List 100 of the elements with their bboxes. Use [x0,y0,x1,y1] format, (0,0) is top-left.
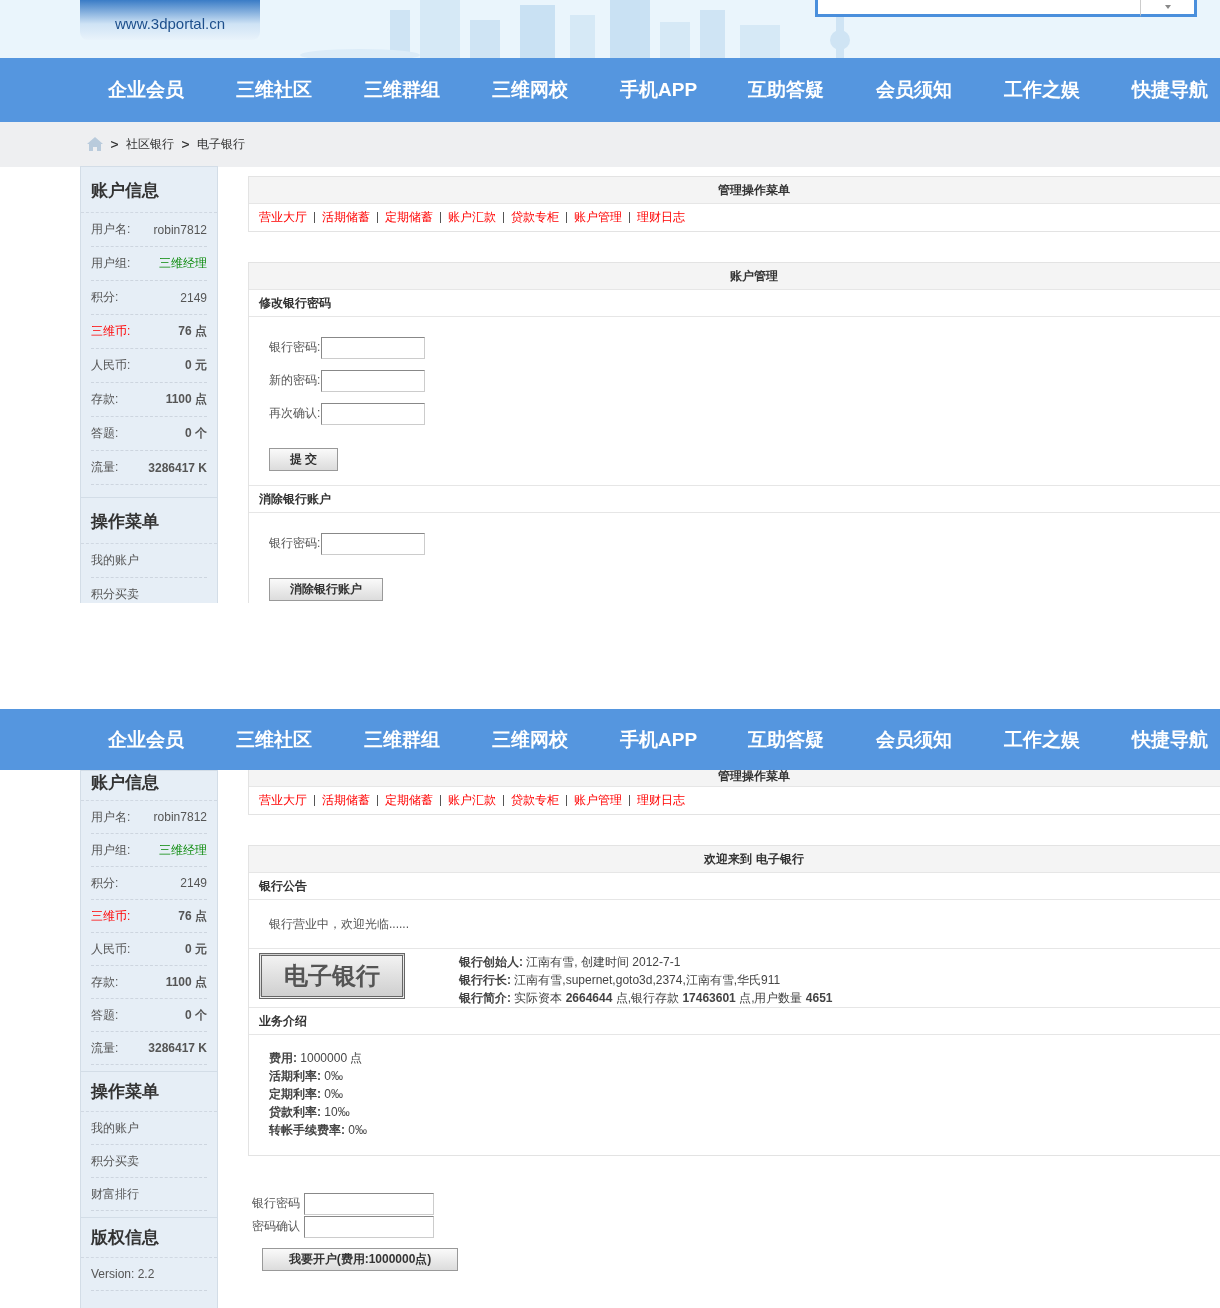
field-label: 答题: [91,425,119,442]
field-value: 0 个 [185,1006,207,1024]
breadcrumb-link[interactable]: 社区银行 [126,135,174,153]
section-title: 银行公告 [249,873,1220,900]
nav-link[interactable]: 会员须知 [876,726,1004,753]
nav-link[interactable]: 企业会员 [108,726,236,753]
menu-link[interactable]: 活期储蓄 [314,212,377,223]
bank-logo: 电子银行 [259,953,405,999]
field-value: 0 个 [185,425,207,442]
menu-link[interactable]: 账户汇款 [440,795,503,806]
section-title: 操作菜单 [81,1072,217,1112]
field-label: 人民币: [91,357,131,374]
field-label: 积分: [91,874,119,892]
field-value: 3286417 K [148,460,207,475]
field-label: 积分: [91,289,119,306]
password-field[interactable] [304,1192,434,1215]
field-label: 密码确认 [252,1218,301,1235]
section-title: 修改银行密码 [249,290,1220,317]
field-value: 2149 [180,290,207,305]
menu-link[interactable]: 积分买卖 [91,586,139,603]
field-label: 用户名: [91,808,131,826]
section-title: 版权信息 [81,1218,217,1258]
field-label: 用户组: [91,255,131,272]
info-line: 银行行长: 江南有雪,supernet,goto3d,2374,江南有雪,华氏911 [459,972,782,989]
field-value: 三维经理 [159,255,207,272]
nav-link[interactable]: 三维群组 [364,77,492,103]
caret-icon [1164,5,1171,9]
menu-link[interactable]: 理财日志 [629,212,692,223]
password-field[interactable] [304,1215,434,1238]
section-title: 消除银行账户 [249,486,1220,513]
field-value: 2149 [180,876,207,890]
menu-link[interactable]: 财富排行 [91,1185,139,1203]
field-value: robin7812 [153,810,207,824]
menu-link[interactable]: 账户汇款 [440,212,503,223]
nav-link[interactable]: 手机APP [620,726,748,753]
password-field[interactable] [321,402,426,425]
field-value: 0 元 [185,357,207,374]
nav-link[interactable]: 互助答疑 [748,726,876,753]
nav-link[interactable]: 快捷导航 [1132,726,1208,753]
menu-link[interactable]: 我的账户 [91,1119,139,1137]
nav-link[interactable]: 三维社区 [236,77,364,103]
menu-link[interactable]: 积分买卖 [91,1152,139,1170]
field-value: 76 点 [178,907,207,925]
nav-link[interactable]: 三维群组 [364,726,492,753]
menu-link[interactable]: 贷款专柜 [503,212,566,223]
nav-link[interactable]: 互助答疑 [748,77,876,103]
info-line: 银行创始人: 江南有雪, 创建时间 2012-7-1 [459,954,682,971]
field-label: 银行密码: [269,339,321,356]
chevron-icon [182,140,189,148]
info-line: 定期利率: 0‰ [269,1086,344,1103]
chevron-icon [111,140,118,148]
menu-link[interactable]: 定期储蓄 [377,795,440,806]
field-label: 新的密码: [269,372,321,389]
nav-link[interactable]: 企业会员 [108,77,236,103]
nav-link[interactable]: 快捷导航 [1132,77,1208,103]
field-label: 银行密码 [252,1195,301,1212]
menu-link[interactable]: 营业大厅 [259,209,314,226]
password-field[interactable] [321,532,426,555]
submit-button[interactable]: 提 交 [269,448,339,471]
field-label: 三维币: [91,323,131,340]
nav-link[interactable]: 三维网校 [492,726,620,753]
field-value: 0 元 [185,940,207,958]
field-value: 1100 点 [165,391,207,408]
menu-link[interactable]: 活期储蓄 [314,795,377,806]
nav-link[interactable]: 工作之娱 [1004,77,1132,103]
info-line: 贷款利率: 10‰ [269,1104,351,1121]
menu-link[interactable]: 账户管理 [566,795,629,806]
nav-link[interactable]: 手机APP [620,77,748,103]
panel-title: 账户管理 [249,263,1220,290]
site-logo[interactable]: www.3dportal.cn [80,0,260,40]
menu-link[interactable]: 账户管理 [566,212,629,223]
field-label: 流量: [91,1039,119,1057]
field-value: 76 点 [178,323,207,340]
menu-link[interactable]: 理财日志 [629,795,692,806]
panel-title: 欢迎来到 电子银行 [249,846,1220,873]
open-account-button[interactable]: 我要开户(费用:1000000点) [262,1248,458,1271]
menu-link[interactable]: 我的账户 [91,552,139,569]
info-line: 费用: 1000000 点 [269,1050,364,1067]
nav-link[interactable]: 会员须知 [876,77,1004,103]
section-title: 账户信息 [81,771,217,801]
menu-link[interactable]: 贷款专柜 [503,795,566,806]
nav-link[interactable]: 三维网校 [492,77,620,103]
field-label: 用户组: [91,841,131,859]
field-label: 再次确认: [269,405,321,422]
password-field[interactable] [321,336,426,359]
field-label: 存款: [91,391,119,408]
password-field[interactable] [321,369,426,392]
breadcrumb-link[interactable]: 电子银行 [197,135,245,153]
field-value: robin7812 [153,222,207,237]
field-value: 3286417 K [148,1041,207,1055]
info-line: 银行简介: 实际资本 2664644 点,银行存款 17463601 点,用户数量 4651 [459,990,833,1007]
nav-link[interactable]: 工作之娱 [1004,726,1132,753]
field-label: 人民币: [91,940,131,958]
menu-link[interactable]: 营业大厅 [259,792,314,809]
field-label: 存款: [91,973,119,991]
version-text: Version: 2.2 [91,1267,155,1281]
panel-title: 管理操作菜单 [249,177,1220,204]
nav-link[interactable]: 三维社区 [236,726,364,753]
menu-link[interactable]: 定期储蓄 [377,212,440,223]
submit-button[interactable]: 消除银行账户 [269,578,383,601]
